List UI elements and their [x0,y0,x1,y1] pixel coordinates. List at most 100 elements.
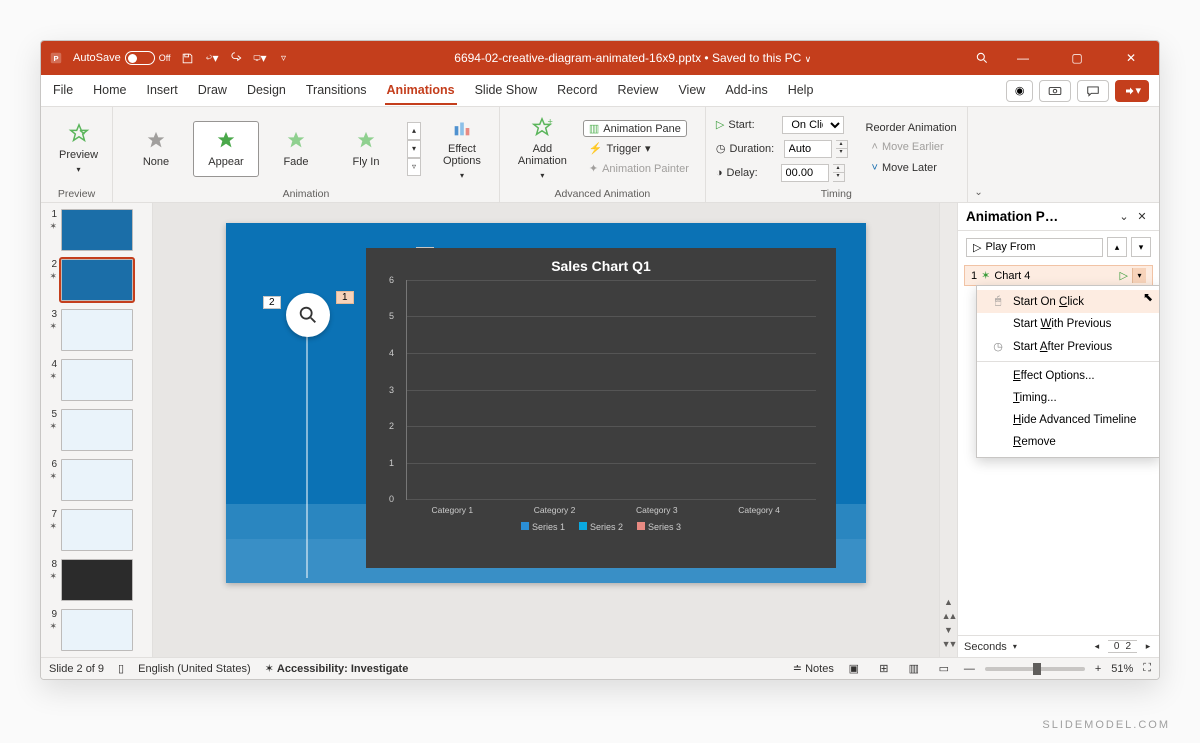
tab-home[interactable]: Home [91,77,128,105]
play-from-button[interactable]: ▷ Play From [966,238,1103,257]
seconds-label[interactable]: Seconds [964,641,1007,653]
slide-thumbnail[interactable]: 8✶ [45,559,148,601]
undo-icon[interactable]: ▾ [205,51,219,65]
sorter-view-icon[interactable]: ⊞ [874,661,894,677]
ctx-start-with-previous[interactable]: Start With Previous [977,313,1159,335]
accessibility-indicator[interactable]: ✶ Accessibility: Investigate [265,662,409,675]
tab-design[interactable]: Design [245,77,288,105]
reading-view-icon[interactable]: ▥ [904,661,924,677]
ribbon-collapse-icon[interactable]: ⌄ [968,107,990,202]
slide-thumbnail[interactable]: 6✶ [45,459,148,501]
zoom-out-icon[interactable]: — [964,663,975,675]
timeline-prev[interactable]: ◂ [1092,641,1102,652]
animation-fade[interactable]: Fade [263,121,329,177]
chart-object[interactable]: Sales Chart Q1 0123456Category 1Category… [366,248,836,568]
tab-record[interactable]: Record [555,77,599,105]
zoom-slider[interactable] [985,667,1085,671]
tab-slide-show[interactable]: Slide Show [473,77,540,105]
slide-thumbnails[interactable]: 1✶ 2✶ 3✶ 4✶ 5✶ 6✶ 7✶ 8✶ 9✶ [41,203,153,657]
pane-close-icon[interactable]: ✕ [1133,210,1151,223]
ctx-effect-options-[interactable]: Effect Options... [977,365,1159,387]
slide-thumbnail[interactable]: 9✶ [45,609,148,651]
animation-list-item[interactable]: 1 ✶ Chart 4 ▷ ▾ [964,265,1153,286]
slide-canvas[interactable]: 2 2 1 Sales Chart Q1 0123456Category 1Ca… [226,223,866,583]
comments-button[interactable] [1077,80,1109,102]
normal-view-icon[interactable]: ▣ [844,661,864,677]
ctx-remove[interactable]: Remove [977,431,1159,453]
animation-gallery[interactable]: NoneAppearFadeFly In [123,121,399,177]
move-later-button[interactable]: ˅ Move Later [866,160,943,176]
save-icon[interactable] [181,51,195,65]
tab-view[interactable]: View [676,77,707,105]
minimize-button[interactable]: — [1003,43,1043,73]
spellcheck-icon[interactable]: ▯ [118,662,124,675]
close-button[interactable]: ✕ [1111,43,1151,73]
effect-options-button[interactable]: Effect Options▾ [435,113,489,184]
slide-thumbnail[interactable]: 3✶ [45,309,148,351]
zoom-level[interactable]: 51% [1111,663,1133,675]
reorder-down-button[interactable]: ▾ [1131,237,1151,257]
ctx-start-after-previous[interactable]: ◷Start After Previous [977,335,1159,358]
tab-help[interactable]: Help [786,77,816,105]
group-label-timing: Timing [716,186,957,200]
group-label-preview: Preview [51,186,102,200]
present-icon[interactable]: ▾ [253,51,267,65]
start-select[interactable]: On Click [782,116,844,134]
qat-overflow-icon[interactable]: ▿ [277,51,291,65]
slideshow-view-icon[interactable]: ▭ [934,661,954,677]
animation-fly-in[interactable]: Fly In [333,121,399,177]
tab-animations[interactable]: Animations [385,77,457,105]
slide-editor[interactable]: 2 2 1 Sales Chart Q1 0123456Category 1Ca… [153,203,939,657]
ctx-start-on-click[interactable]: 🖱Start On Click⬉ [977,290,1159,313]
editor-scrollbar[interactable]: ▲▲▲▼▼▼ [939,203,957,657]
redo-icon[interactable] [229,51,243,65]
pane-options-icon[interactable]: ⌄ [1115,210,1133,223]
animation-appear[interactable]: Appear [193,121,259,177]
tab-draw[interactable]: Draw [196,77,229,105]
tab-review[interactable]: Review [615,77,660,105]
autosave-toggle[interactable]: AutoSave Off [73,51,171,65]
app-icon: P [49,51,63,65]
trigger-button[interactable]: ⚡Trigger ▾ [583,140,657,157]
tab-file[interactable]: File [51,77,75,105]
item-dropdown-icon[interactable]: ▾ [1132,268,1146,283]
slide-thumbnail[interactable]: 1✶ [45,209,148,251]
add-animation-button[interactable]: + Add Animation▾ [510,113,575,184]
slide-thumbnail[interactable]: 4✶ [45,359,148,401]
animation-pane-title: Animation P… [966,209,1115,224]
language-indicator[interactable]: English (United States) [138,663,251,675]
timeline-next[interactable]: ▸ [1143,641,1153,652]
animation-none[interactable]: None [123,121,189,177]
gallery-down[interactable]: ▾ [407,140,421,158]
preview-button[interactable]: Preview▾ [51,119,106,178]
search-icon[interactable] [975,51,989,65]
animation-pane-button[interactable]: ▥Animation Pane [583,120,687,137]
duration-input[interactable] [784,140,832,158]
reorder-up-button[interactable]: ▴ [1107,237,1127,257]
magnifier-icon [286,293,330,337]
record-button[interactable]: ◉ [1006,80,1034,102]
group-label-animation: Animation [123,186,489,200]
camera-button[interactable] [1039,80,1071,102]
share-button[interactable]: ▾ [1115,80,1149,102]
svg-text:P: P [53,54,58,63]
play-icon[interactable]: ▷ [1120,269,1128,282]
zoom-in-icon[interactable]: + [1095,663,1101,675]
slide-thumbnail[interactable]: 7✶ [45,509,148,551]
tab-transitions[interactable]: Transitions [304,77,369,105]
maximize-button[interactable]: ▢ [1057,43,1097,73]
anim-order-tag-active[interactable]: 1 [336,291,354,304]
reorder-label: Reorder Animation [866,122,957,134]
slide-thumbnail[interactable]: 2✶ [45,259,148,301]
ctx-timing-[interactable]: Timing... [977,387,1159,409]
anim-order-tag[interactable]: 2 [263,296,281,309]
ctx-hide-advanced-timeline[interactable]: Hide Advanced Timeline [977,409,1159,431]
fit-to-window-icon[interactable]: ⛶ [1143,662,1151,675]
gallery-more[interactable]: ▿ [407,158,421,176]
slide-thumbnail[interactable]: 5✶ [45,409,148,451]
notes-button[interactable]: ≐ Notes [793,662,834,675]
tab-insert[interactable]: Insert [145,77,180,105]
delay-input[interactable] [781,164,829,182]
gallery-up[interactable]: ▴ [407,122,421,140]
tab-add-ins[interactable]: Add-ins [723,77,769,105]
